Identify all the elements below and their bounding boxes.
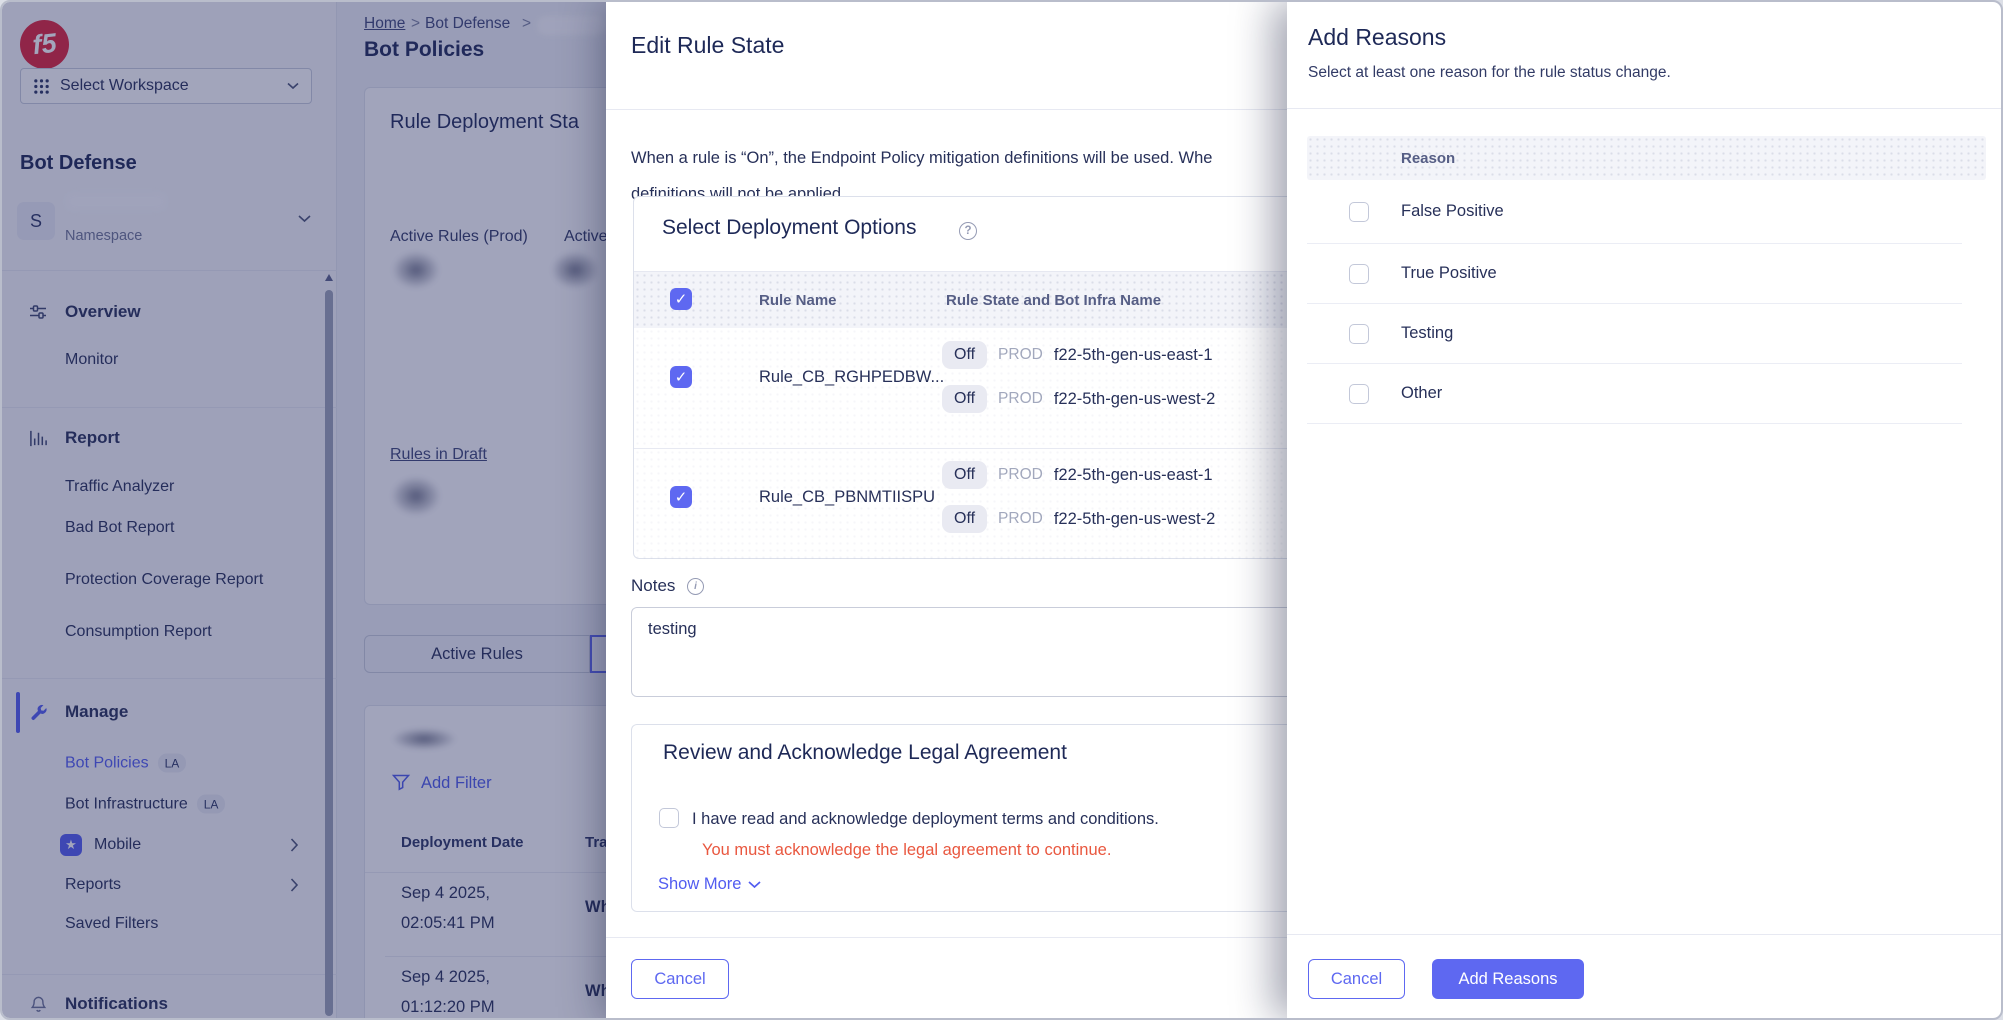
rule-env: PROD <box>998 346 1043 364</box>
cancel-button[interactable]: Cancel <box>1308 959 1405 999</box>
reason-row[interactable]: True Positive <box>1307 244 1986 304</box>
panel-subtitle: Select at least one reason for the rule … <box>1308 64 1671 82</box>
reason-label: True Positive <box>1401 264 1497 283</box>
rule-env: PROD <box>998 510 1043 528</box>
rule-state-pill: Off <box>942 385 987 413</box>
rule-env: PROD <box>998 390 1043 408</box>
reason-label: False Positive <box>1401 202 1504 221</box>
rule-state-pill: Off <box>942 341 987 369</box>
reason-label: Testing <box>1401 324 1453 343</box>
info-icon[interactable]: i <box>687 578 704 595</box>
reason-checkbox[interactable] <box>1349 202 1369 222</box>
add-reasons-panel: Add Reasons Select at least one reason f… <box>1287 2 2001 1018</box>
rule-checkbox[interactable]: ✓ <box>670 486 692 508</box>
rule-env: PROD <box>998 466 1043 484</box>
rule-name: Rule_CB_RGHPEDBW... <box>759 368 944 387</box>
reason-checkbox[interactable] <box>1349 384 1369 404</box>
chevron-down-icon <box>748 880 761 889</box>
modal-description-line1: When a rule is “On”, the Endpoint Policy… <box>631 149 1212 168</box>
rule-infra-name: f22-5th-gen-us-west-2 <box>1054 510 1215 529</box>
col-rule-name: Rule Name <box>759 292 837 309</box>
modal-footer-divider <box>606 937 1352 938</box>
col-reason: Reason <box>1401 150 1455 167</box>
notes-label: Notes <box>631 576 675 596</box>
add-reasons-button[interactable]: Add Reasons <box>1432 959 1584 999</box>
col-rule-state: Rule State and Bot Infra Name <box>946 292 1161 309</box>
notes-textarea[interactable]: testing <box>631 607 1321 697</box>
reason-label: Other <box>1401 384 1442 403</box>
rule-infra-name: f22-5th-gen-us-east-1 <box>1054 466 1213 485</box>
reason-row[interactable]: False Positive <box>1307 180 1986 244</box>
panel-footer-divider <box>1287 934 2003 935</box>
legal-error-message: You must acknowledge the legal agreement… <box>702 841 1111 860</box>
rule-checkbox[interactable]: ✓ <box>670 366 692 388</box>
app-window: f5 Select Workspace Bot Defense S Namesp… <box>0 0 2003 1020</box>
reason-checkbox[interactable] <box>1349 264 1369 284</box>
cancel-button[interactable]: Cancel <box>631 959 729 999</box>
panel-title: Add Reasons <box>1308 24 1446 51</box>
legal-agreement-card: Review and Acknowledge Legal Agreement I… <box>631 724 1323 912</box>
rule-state-pill: Off <box>942 505 987 533</box>
show-more-label: Show More <box>658 875 741 894</box>
rule-state-pill: Off <box>942 461 987 489</box>
row-divider <box>1307 423 1962 424</box>
panel-divider <box>1287 108 2003 109</box>
modal-divider <box>606 109 1352 110</box>
reason-row[interactable]: Testing <box>1307 304 1986 364</box>
legal-checkbox[interactable] <box>659 808 679 828</box>
edit-rule-state-modal: Edit Rule State When a rule is “On”, the… <box>606 2 1352 1020</box>
reason-row[interactable]: Other <box>1307 364 1986 424</box>
legal-heading: Review and Acknowledge Legal Agreement <box>663 741 1067 765</box>
legal-checkbox-label[interactable]: I have read and acknowledge deployment t… <box>692 810 1159 829</box>
rule-name: Rule_CB_PBNMTIISPU <box>759 488 935 507</box>
reason-checkbox[interactable] <box>1349 324 1369 344</box>
rule-row[interactable]: ✓ Rule_CB_RGHPEDBW... Off PROD f22-5th-g… <box>634 328 1324 448</box>
rule-row[interactable]: ✓ Rule_CB_PBNMTIISPU Off PROD f22-5th-ge… <box>634 449 1324 560</box>
deployment-options-heading: Select Deployment Options <box>662 216 916 240</box>
show-more-link[interactable]: Show More <box>658 875 761 894</box>
select-all-checkbox[interactable]: ✓ <box>670 288 692 310</box>
modal-title: Edit Rule State <box>631 32 784 59</box>
rule-infra-name: f22-5th-gen-us-east-1 <box>1054 346 1213 365</box>
deployment-options-card: Select Deployment Options ? ✓ Rule Name … <box>633 196 1323 559</box>
help-icon[interactable]: ? <box>959 222 977 240</box>
rule-infra-name: f22-5th-gen-us-west-2 <box>1054 390 1215 409</box>
